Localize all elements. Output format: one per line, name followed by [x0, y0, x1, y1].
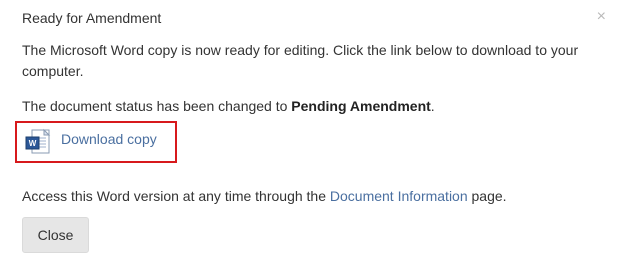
word-document-icon[interactable]: W [24, 128, 52, 156]
download-highlight: W Download copy [15, 121, 177, 163]
document-information-link[interactable]: Document Information [330, 188, 468, 204]
status-value: Pending Amendment [291, 98, 431, 114]
download-copy-link[interactable]: Download copy [61, 131, 157, 147]
access-suffix: page. [467, 188, 507, 204]
access-prefix: Access this Word version at any time thr… [22, 188, 330, 204]
status-message: The document status has been changed to … [22, 96, 612, 117]
status-prefix: The document status has been changed to [22, 98, 292, 114]
close-icon[interactable]: × [597, 9, 606, 25]
access-message: Access this Word version at any time thr… [22, 186, 612, 207]
svg-text:W: W [29, 139, 37, 148]
ready-for-amendment-dialog: Ready for Amendment × The Microsoft Word… [0, 0, 620, 262]
dialog-title: Ready for Amendment [22, 10, 162, 26]
ready-message: The Microsoft Word copy is now ready for… [22, 42, 579, 79]
close-button[interactable]: Close [22, 217, 89, 253]
status-suffix: . [430, 98, 435, 114]
